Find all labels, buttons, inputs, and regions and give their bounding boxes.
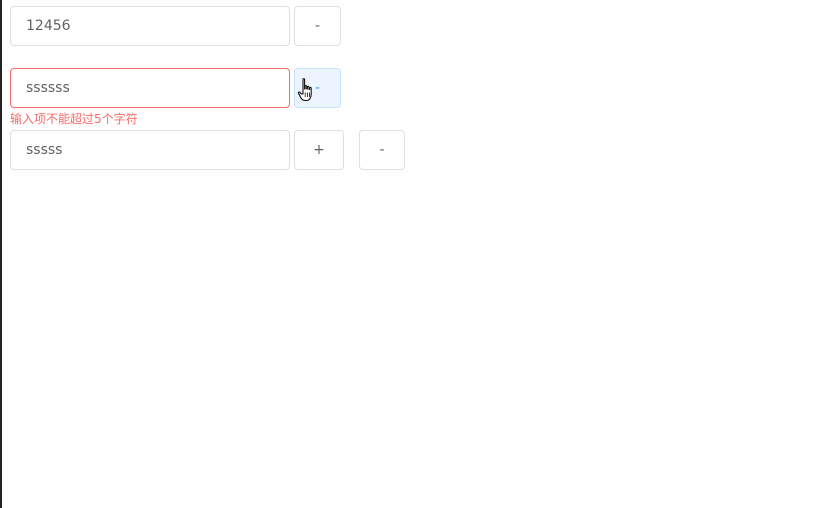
value-input-3[interactable]: sssss [10, 130, 290, 170]
add-button[interactable]: + [294, 130, 344, 170]
form-container: 12456 - ssssss - 输入项不能超过5个字符 sssss + - [0, 0, 811, 508]
validation-error-message: 输入项不能超过5个字符 [10, 112, 138, 126]
remove-button-1[interactable]: - [294, 6, 341, 46]
remove-button-3[interactable]: - [359, 130, 405, 170]
value-input-2[interactable]: ssssss [10, 68, 290, 108]
value-input-1[interactable]: 12456 [10, 6, 290, 46]
remove-button-2[interactable]: - [294, 68, 341, 108]
